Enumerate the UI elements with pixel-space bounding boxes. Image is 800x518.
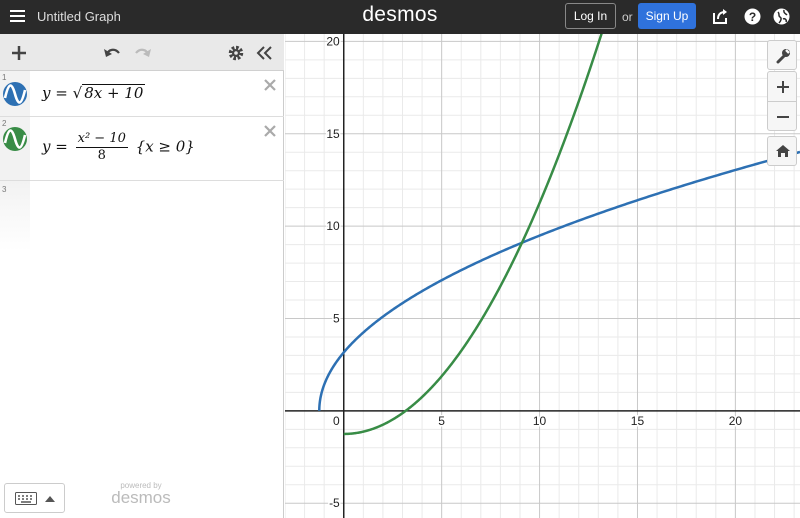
- x-tick-label: 10: [533, 414, 547, 428]
- expression-row-1[interactable]: 1 y = √ 8x + 10: [0, 71, 284, 117]
- expression-index: 2: [2, 119, 7, 128]
- y-tick-label: 15: [326, 127, 340, 141]
- y-tick-label: 10: [326, 219, 340, 233]
- help-icon[interactable]: ?: [744, 8, 761, 25]
- expression-math[interactable]: y = √ 8x + 10: [42, 84, 146, 102]
- expression-row-2[interactable]: 2 y = x² − 10 8 {x ≥ 0}: [0, 117, 284, 181]
- expression-gutter: 1: [0, 71, 30, 116]
- signup-button[interactable]: Sign Up: [638, 3, 696, 29]
- chevron-up-icon: [45, 496, 55, 502]
- collapse-icon[interactable]: [255, 43, 275, 63]
- square-root: √ 8x + 10: [72, 84, 146, 102]
- wrench-icon: [776, 49, 790, 64]
- login-button[interactable]: Log In: [565, 3, 616, 29]
- undo-icon[interactable]: [102, 43, 122, 63]
- delete-expression-icon[interactable]: [263, 78, 277, 92]
- add-icon[interactable]: [9, 43, 29, 63]
- x-tick-label: 0: [333, 414, 340, 428]
- graph-style-icon[interactable]: [2, 126, 28, 152]
- fraction: x² − 10 8: [75, 131, 128, 163]
- settings-icon[interactable]: [226, 43, 246, 63]
- expression-row-3[interactable]: 3: [0, 181, 30, 518]
- graph-style-icon[interactable]: [2, 81, 28, 107]
- desmos-app: Untitled Graph desmos Log In or Sign Up …: [0, 0, 800, 518]
- y-tick-label: 5: [333, 311, 340, 325]
- domain-restriction: {x ≥ 0}: [135, 137, 195, 156]
- zoom-controls: [767, 71, 797, 131]
- share-icon[interactable]: [712, 8, 729, 25]
- x-tick-label: 5: [438, 414, 445, 428]
- globe-icon[interactable]: [773, 8, 790, 25]
- graph-settings-button[interactable]: [767, 40, 797, 70]
- graph-paper[interactable]: 0 5 10 15 20 -5 5 10 15 20: [285, 34, 800, 518]
- svg-text:?: ?: [749, 10, 756, 24]
- y-tick-label: 20: [326, 34, 340, 48]
- or-text: or: [622, 10, 633, 24]
- zoom-out-icon[interactable]: [776, 110, 790, 124]
- expression-index: 1: [2, 73, 7, 82]
- zoom-in-icon[interactable]: [776, 80, 790, 94]
- keyboard-toggle-button[interactable]: [4, 483, 65, 513]
- graph-title[interactable]: Untitled Graph: [37, 9, 121, 24]
- powered-by-desmos[interactable]: powered by desmos: [110, 481, 172, 506]
- x-tick-label: 15: [631, 414, 645, 428]
- x-tick-label: 20: [729, 414, 743, 428]
- expression-toolbar: [0, 34, 284, 71]
- delete-expression-icon[interactable]: [263, 124, 277, 138]
- top-bar: Untitled Graph desmos Log In or Sign Up …: [0, 0, 800, 34]
- expression-math[interactable]: y = x² − 10 8 {x ≥ 0}: [42, 131, 195, 164]
- menu-icon[interactable]: [10, 9, 25, 23]
- graph-canvas[interactable]: 0 5 10 15 20 -5 5 10 15 20: [285, 34, 800, 518]
- home-icon: [776, 145, 790, 157]
- keyboard-icon: [15, 492, 37, 505]
- expression-panel: 1 y = √ 8x + 10 2 y = x² − 10 8 {x ≥ 0} …: [0, 34, 284, 518]
- default-viewport-button[interactable]: [767, 136, 797, 166]
- expression-index: 3: [2, 185, 7, 194]
- y-tick-label: -5: [329, 496, 340, 510]
- redo-icon[interactable]: [133, 43, 153, 63]
- expression-gutter: 2: [0, 117, 30, 180]
